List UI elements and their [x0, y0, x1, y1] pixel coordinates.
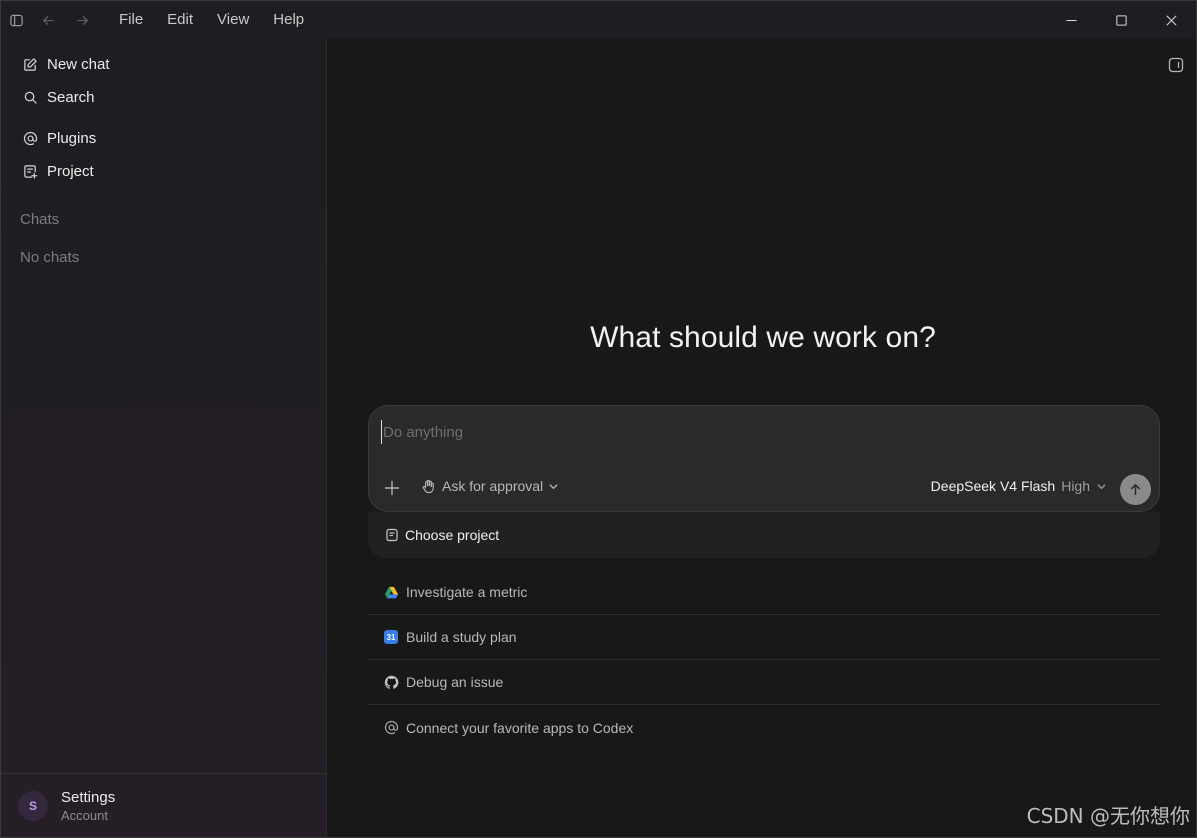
model-level: High [1061, 478, 1090, 494]
sidebar-item-project[interactable]: Project [13, 156, 313, 186]
sidebar-item-label: New chat [47, 55, 110, 73]
avatar: S [18, 790, 48, 821]
edit-icon [21, 55, 39, 73]
sidebar-item-label: Search [47, 88, 95, 106]
search-icon [21, 88, 39, 106]
forward-arrow-icon[interactable] [65, 1, 99, 39]
main-area: What should we work on? Ask for approval… [328, 39, 1196, 837]
watermark: CSDN @无你想你 [1026, 804, 1190, 828]
prompt-input[interactable] [381, 420, 1121, 444]
suggestion-label: Debug an issue [406, 674, 504, 690]
choose-project-label: Choose project [405, 527, 500, 543]
choose-project-button[interactable]: Choose project [368, 512, 1160, 558]
suggestion-label: Build a study plan [406, 629, 517, 645]
settings-title: Settings [61, 788, 116, 806]
send-button[interactable] [1120, 474, 1151, 505]
arrow-up-icon [1131, 483, 1140, 495]
suggestion-investigate-metric[interactable]: Investigate a metric [368, 570, 1160, 615]
approval-label: Ask for approval [442, 478, 544, 494]
close-button[interactable] [1146, 1, 1196, 39]
add-attachment-button[interactable] [383, 479, 401, 497]
calendar-icon: 31 [383, 629, 399, 645]
sidebar-item-search[interactable]: Search [13, 82, 313, 112]
empty-chats-text: No chats [20, 249, 80, 266]
approval-dropdown[interactable]: Ask for approval [421, 478, 559, 494]
window-controls [1046, 1, 1196, 39]
suggestion-connect-apps[interactable]: Connect your favorite apps to Codex [368, 705, 1160, 750]
google-drive-icon [383, 584, 399, 600]
suggestion-label: Investigate a metric [406, 584, 528, 600]
at-icon [21, 129, 39, 147]
sidebar-item-label: Plugins [47, 129, 97, 147]
settings-subtitle: Account [61, 807, 108, 823]
menu-view[interactable]: View [205, 1, 261, 39]
suggestions-list: Investigate a metric 31 Build a study pl… [368, 570, 1160, 750]
chevron-down-icon [549, 483, 558, 489]
menu-file[interactable]: File [107, 1, 155, 39]
panel-toggle-icon[interactable] [1168, 57, 1184, 73]
settings-text: Settings Account [61, 788, 115, 824]
page-title: What should we work on? [590, 321, 936, 354]
model-selector[interactable]: DeepSeek V4 Flash High [931, 478, 1107, 494]
composer: Ask for approval DeepSeek V4 Flash High [368, 405, 1160, 512]
sidebar: New chat Search Plugins Project Chats No… [1, 39, 327, 837]
suggestion-debug-issue[interactable]: Debug an issue [368, 660, 1160, 705]
title-bar: File Edit View Help [1, 1, 1196, 39]
minimize-button[interactable] [1046, 1, 1096, 39]
calendar-badge: 31 [384, 630, 398, 644]
sidebar-item-plugins[interactable]: Plugins [13, 123, 313, 153]
project-file-icon [386, 528, 398, 542]
menu-help[interactable]: Help [261, 1, 316, 39]
hand-icon [422, 479, 434, 493]
github-icon [383, 674, 399, 690]
at-icon [383, 720, 399, 736]
chats-heading: Chats [20, 211, 60, 228]
suggestion-study-plan[interactable]: 31 Build a study plan [368, 615, 1160, 660]
menu-edit[interactable]: Edit [155, 1, 205, 39]
back-arrow-icon[interactable] [31, 1, 65, 39]
sidebar-toggle-icon[interactable] [1, 1, 31, 39]
sidebar-item-label: Project [47, 162, 94, 180]
suggestion-label: Connect your favorite apps to Codex [406, 719, 634, 736]
app-window: File Edit View Help New chat Search Plug… [0, 0, 1197, 838]
project-icon [21, 162, 39, 180]
sidebar-item-new-chat[interactable]: New chat [13, 49, 313, 79]
model-name: DeepSeek V4 Flash [930, 478, 1056, 494]
settings-account-button[interactable]: S Settings Account [1, 773, 326, 837]
maximize-button[interactable] [1096, 1, 1146, 39]
chevron-down-icon [1097, 483, 1106, 489]
menu-bar: File Edit View Help [107, 1, 316, 39]
